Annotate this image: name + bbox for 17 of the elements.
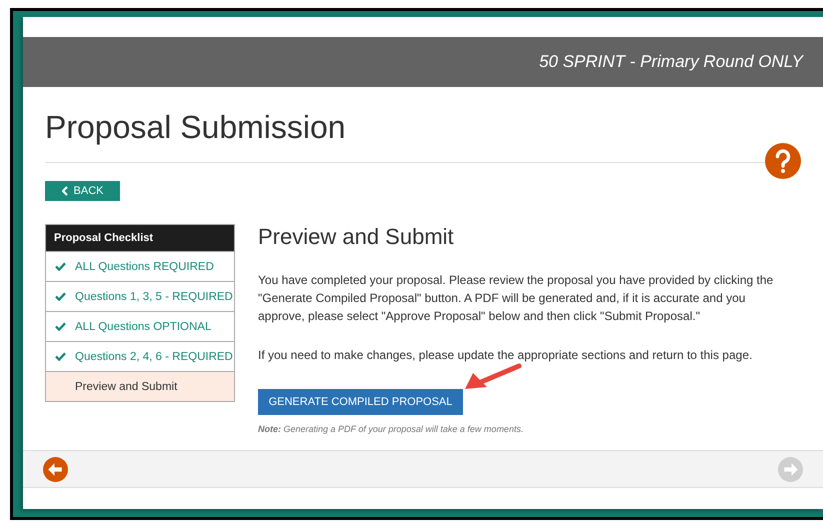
- body-paragraph: You have completed your proposal. Please review the proposal you have provided by clicking the "Generate Compiled Proposal" button. A PDF will be generated and, if it is accurate and you approve, please select "Approve Proposal" below and then click "Submit Proposal.": [258, 272, 774, 325]
- generate-button[interactable]: GENERATE COMPILED PROPOSAL: [258, 389, 463, 415]
- body-paragraph: If you need to make changes, please update the appropriate sections and return to this page.: [258, 347, 754, 364]
- checklist-item[interactable]: Preview and Submit: [46, 371, 234, 401]
- previous-icon[interactable]: [43, 456, 68, 482]
- back-button[interactable]: BACK: [45, 181, 120, 201]
- checklist-item[interactable]: ALL Questions OPTIONAL: [46, 311, 234, 341]
- section-heading: Preview and Submit: [258, 224, 455, 250]
- checklist-item[interactable]: ALL Questions REQUIRED: [46, 251, 234, 281]
- page-title: Proposal Submission: [45, 109, 346, 146]
- help-icon[interactable]: [765, 143, 801, 179]
- pointer-arrow: [463, 363, 523, 391]
- note-text: Note: Generating a PDF of your proposal will take a few moments.: [258, 424, 524, 434]
- checklist-item[interactable]: Questions 1, 3, 5 - REQUIRED: [46, 281, 234, 311]
- program-title: 50 SPRINT - Primary Round ONLY: [539, 52, 803, 72]
- chevron-left-icon: [62, 186, 68, 196]
- checklist-title: Proposal Checklist: [46, 225, 234, 251]
